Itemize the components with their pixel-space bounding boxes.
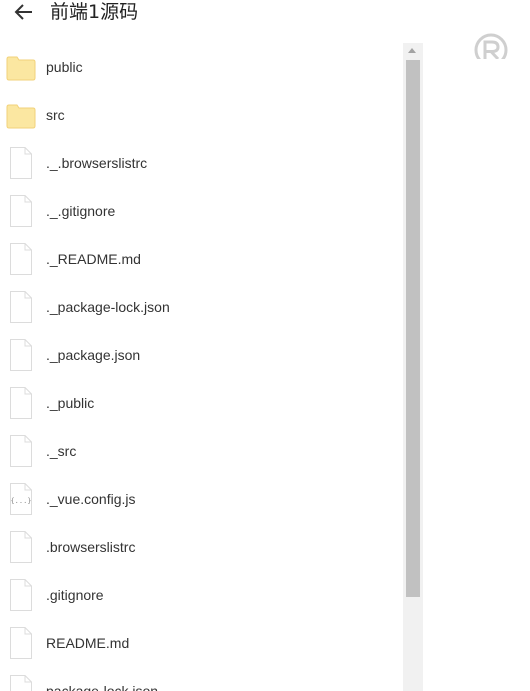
header-bar: 前端1源码	[0, 0, 420, 28]
scrollbar-thumb[interactable]	[406, 60, 420, 597]
file-icon	[6, 291, 36, 323]
file-browser-window: 前端1源码 public src ._.browserslistrc ._.gitig…	[0, 0, 530, 691]
svg-text:{...}: {...}	[10, 497, 31, 505]
file-name-label: ._src	[46, 443, 77, 459]
list-item[interactable]: public	[0, 43, 400, 91]
file-name-label: README.md	[46, 635, 130, 651]
scroll-up-arrow-icon[interactable]	[408, 48, 416, 53]
file-name-label: ._.browserslistrc	[46, 155, 148, 171]
file-name-label: ._public	[46, 395, 95, 411]
file-name-label: ._README.md	[46, 251, 141, 267]
file-icon	[6, 579, 36, 611]
file-name-label: public	[46, 59, 83, 75]
list-item[interactable]: ._public	[0, 379, 400, 427]
file-name-label: package-lock.json	[46, 683, 159, 691]
list-item[interactable]: .browserslistrc	[0, 523, 400, 571]
registered-logo-icon	[473, 33, 509, 59]
list-item[interactable]: ._package-lock.json	[0, 283, 400, 331]
file-icon	[6, 435, 36, 467]
file-icon	[6, 195, 36, 227]
file-name-label: ._.gitignore	[46, 203, 116, 219]
file-icon	[6, 147, 36, 179]
list-item[interactable]: .gitignore	[0, 571, 400, 619]
list-item[interactable]: ._.gitignore	[0, 187, 400, 235]
file-icon	[6, 339, 36, 371]
file-list: public src ._.browserslistrc ._.gitignore ._…	[0, 43, 400, 691]
list-item[interactable]: package-lock.json	[0, 667, 400, 691]
file-name-label: .gitignore	[46, 587, 104, 603]
file-name-label: ._package.json	[46, 347, 141, 363]
list-item[interactable]: src	[0, 91, 400, 139]
file-icon	[6, 531, 36, 563]
folder-icon	[6, 99, 36, 131]
file-icon	[6, 627, 36, 659]
list-item[interactable]: ._README.md	[0, 235, 400, 283]
code-file-icon: {...}	[6, 483, 36, 515]
vertical-scrollbar[interactable]	[403, 43, 423, 691]
file-icon	[6, 243, 36, 275]
list-item[interactable]: ._src	[0, 427, 400, 475]
file-name-label: src	[46, 107, 65, 123]
folder-icon	[6, 51, 36, 83]
file-icon	[6, 675, 36, 691]
arrow-left-icon[interactable]	[14, 3, 34, 21]
page-title: 前端1源码	[50, 1, 139, 23]
file-icon	[6, 387, 36, 419]
list-item[interactable]: ._package.json	[0, 331, 400, 379]
list-item[interactable]: README.md	[0, 619, 400, 667]
list-item[interactable]: ._.browserslistrc	[0, 139, 400, 187]
file-name-label: .browserslistrc	[46, 539, 136, 555]
file-name-label: ._package-lock.json	[46, 299, 170, 315]
list-item[interactable]: {...} ._vue.config.js	[0, 475, 400, 523]
file-name-label: ._vue.config.js	[46, 491, 136, 507]
